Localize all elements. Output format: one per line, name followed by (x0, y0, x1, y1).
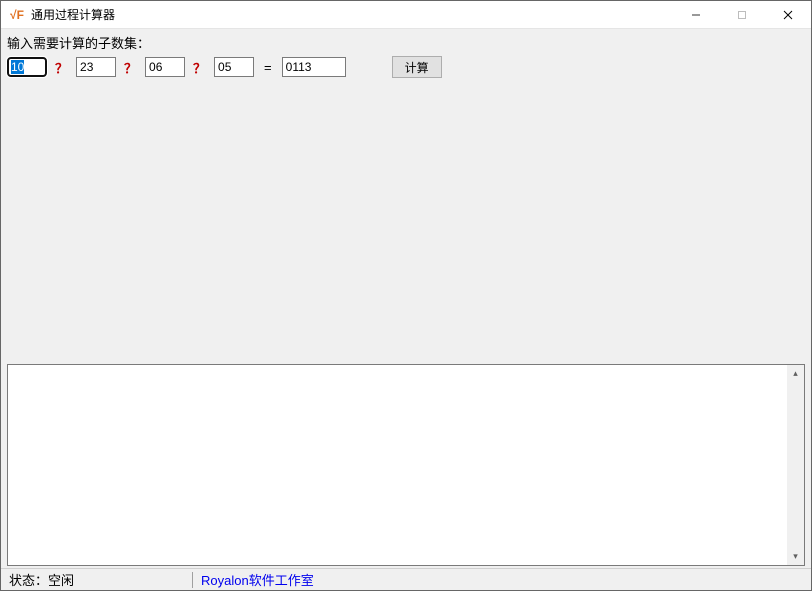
empty-area (1, 84, 811, 364)
input-a[interactable] (7, 57, 47, 77)
app-icon: √F (9, 7, 25, 23)
output-textarea[interactable] (8, 365, 787, 565)
input-row: ？ ？ ？ = 计算 (1, 54, 811, 84)
status-state: 状态：空闲 (1, 569, 82, 590)
window-title: 通用过程计算器 (31, 6, 115, 23)
output-scrollbar[interactable]: ▴ ▾ (787, 365, 804, 565)
scroll-down-icon[interactable]: ▾ (787, 548, 804, 565)
client-area: 输入需要计算的子数集： ？ ？ ？ = 计算 ▴ ▾ 状态：空闲 Royalon… (1, 29, 811, 590)
operator-2: ？ (122, 58, 139, 77)
input-d[interactable] (214, 57, 254, 77)
input-c[interactable] (145, 57, 185, 77)
prompt-label: 输入需要计算的子数集： (1, 29, 811, 54)
calculate-button[interactable]: 计算 (392, 56, 442, 78)
credit-link[interactable]: Royalon软件工作室 (201, 570, 314, 589)
svg-text:√F: √F (10, 8, 24, 22)
scroll-up-icon[interactable]: ▴ (787, 365, 804, 382)
status-bar: 状态：空闲 Royalon软件工作室 (1, 568, 811, 590)
title-bar: √F 通用过程计算器 (1, 1, 811, 29)
operator-3: ？ (191, 58, 208, 77)
equals-sign: = (260, 60, 276, 75)
output-panel: ▴ ▾ (7, 364, 805, 566)
input-b[interactable] (76, 57, 116, 77)
maximize-button[interactable] (719, 1, 765, 29)
status-credit-cell: Royalon软件工作室 (193, 569, 322, 590)
input-result[interactable] (282, 57, 346, 77)
close-button[interactable] (765, 1, 811, 29)
operator-1: ？ (53, 58, 70, 77)
minimize-button[interactable] (673, 1, 719, 29)
